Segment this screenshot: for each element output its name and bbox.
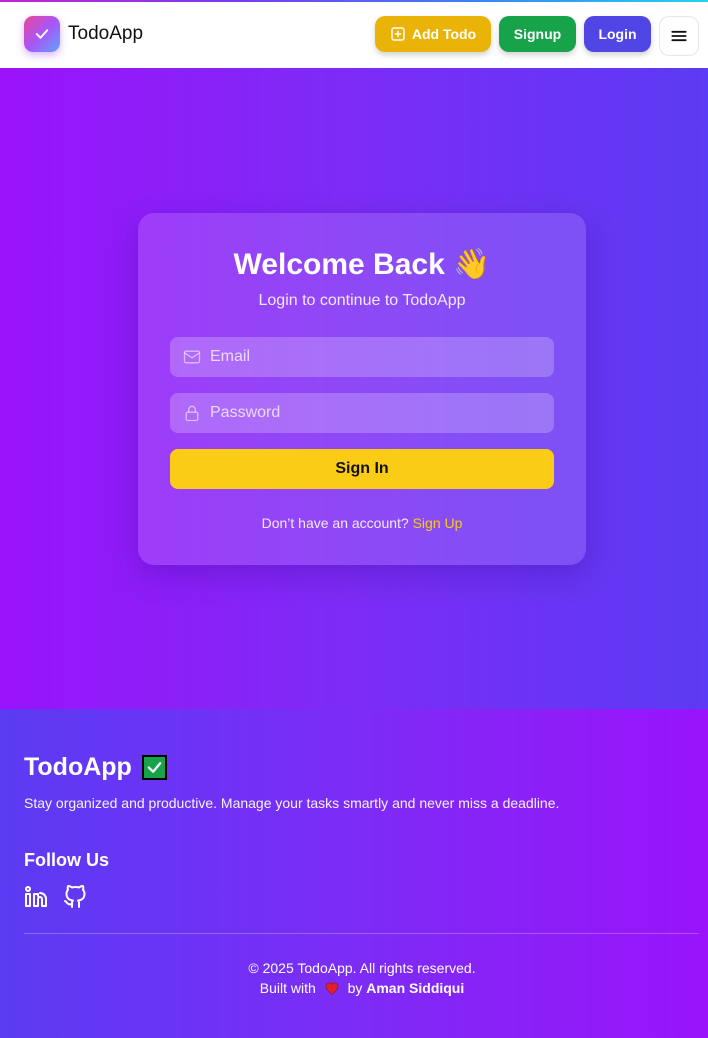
check-icon — [35, 29, 49, 39]
linkedin-icon[interactable] — [24, 885, 48, 909]
add-todo-button[interactable]: Add Todo — [375, 16, 491, 52]
navbar: TodoApp Add Todo Signup Login — [0, 2, 708, 68]
password-field[interactable]: Password — [170, 393, 554, 433]
login-subtitle: Login to continue to TodoApp — [258, 292, 466, 309]
login-button[interactable]: Login — [584, 16, 651, 52]
sign-up-link[interactable]: Sign Up — [413, 515, 463, 531]
logo-text[interactable]: TodoApp — [68, 23, 143, 45]
check-mark-icon — [141, 755, 167, 780]
author-name: Aman Siddiqui — [366, 980, 465, 996]
hamburger-icon — [671, 30, 687, 42]
no-account-text: Don’t have an account? — [261, 515, 409, 531]
built-by: by — [347, 980, 363, 996]
logo-badge[interactable] — [24, 16, 60, 52]
hero-section: Welcome Back 👋 Login to continue to Todo… — [0, 68, 708, 709]
copyright-text: © 2025 TodoApp. All rights reserved. — [248, 960, 476, 976]
footer-brand: TodoApp — [24, 753, 167, 782]
built-prefix: Built with — [259, 980, 316, 996]
built-with-line: Built with by Aman Siddiqui — [0, 980, 708, 996]
menu-button[interactable] — [659, 16, 699, 56]
login-title-text: Welcome Back — [233, 248, 445, 281]
email-placeholder: Email — [210, 348, 251, 365]
waving-hand-emoji: 👋 — [453, 248, 491, 281]
login-card: Welcome Back 👋 Login to continue to Todo… — [138, 213, 586, 565]
footer-divider — [24, 933, 699, 934]
footer: TodoApp Stay organized and productive. M… — [0, 709, 708, 1038]
login-title: Welcome Back 👋 — [138, 247, 586, 282]
email-field[interactable]: Email — [170, 337, 554, 377]
footer-brand-text: TodoApp — [24, 753, 132, 781]
sign-in-button[interactable]: Sign In — [170, 449, 554, 489]
heart-icon — [325, 982, 338, 995]
follow-heading: Follow Us — [24, 850, 109, 870]
mail-icon — [183, 350, 201, 364]
password-placeholder: Password — [210, 404, 281, 421]
add-todo-label: Add Todo — [411, 26, 477, 42]
footer-tagline: Stay organized and productive. Manage yo… — [24, 795, 560, 811]
github-icon[interactable] — [63, 885, 87, 909]
signup-button[interactable]: Signup — [499, 16, 576, 52]
signup-prompt: Don’t have an account? Sign Up — [138, 515, 586, 531]
plus-square-icon — [391, 27, 405, 41]
lock-icon — [185, 405, 199, 422]
